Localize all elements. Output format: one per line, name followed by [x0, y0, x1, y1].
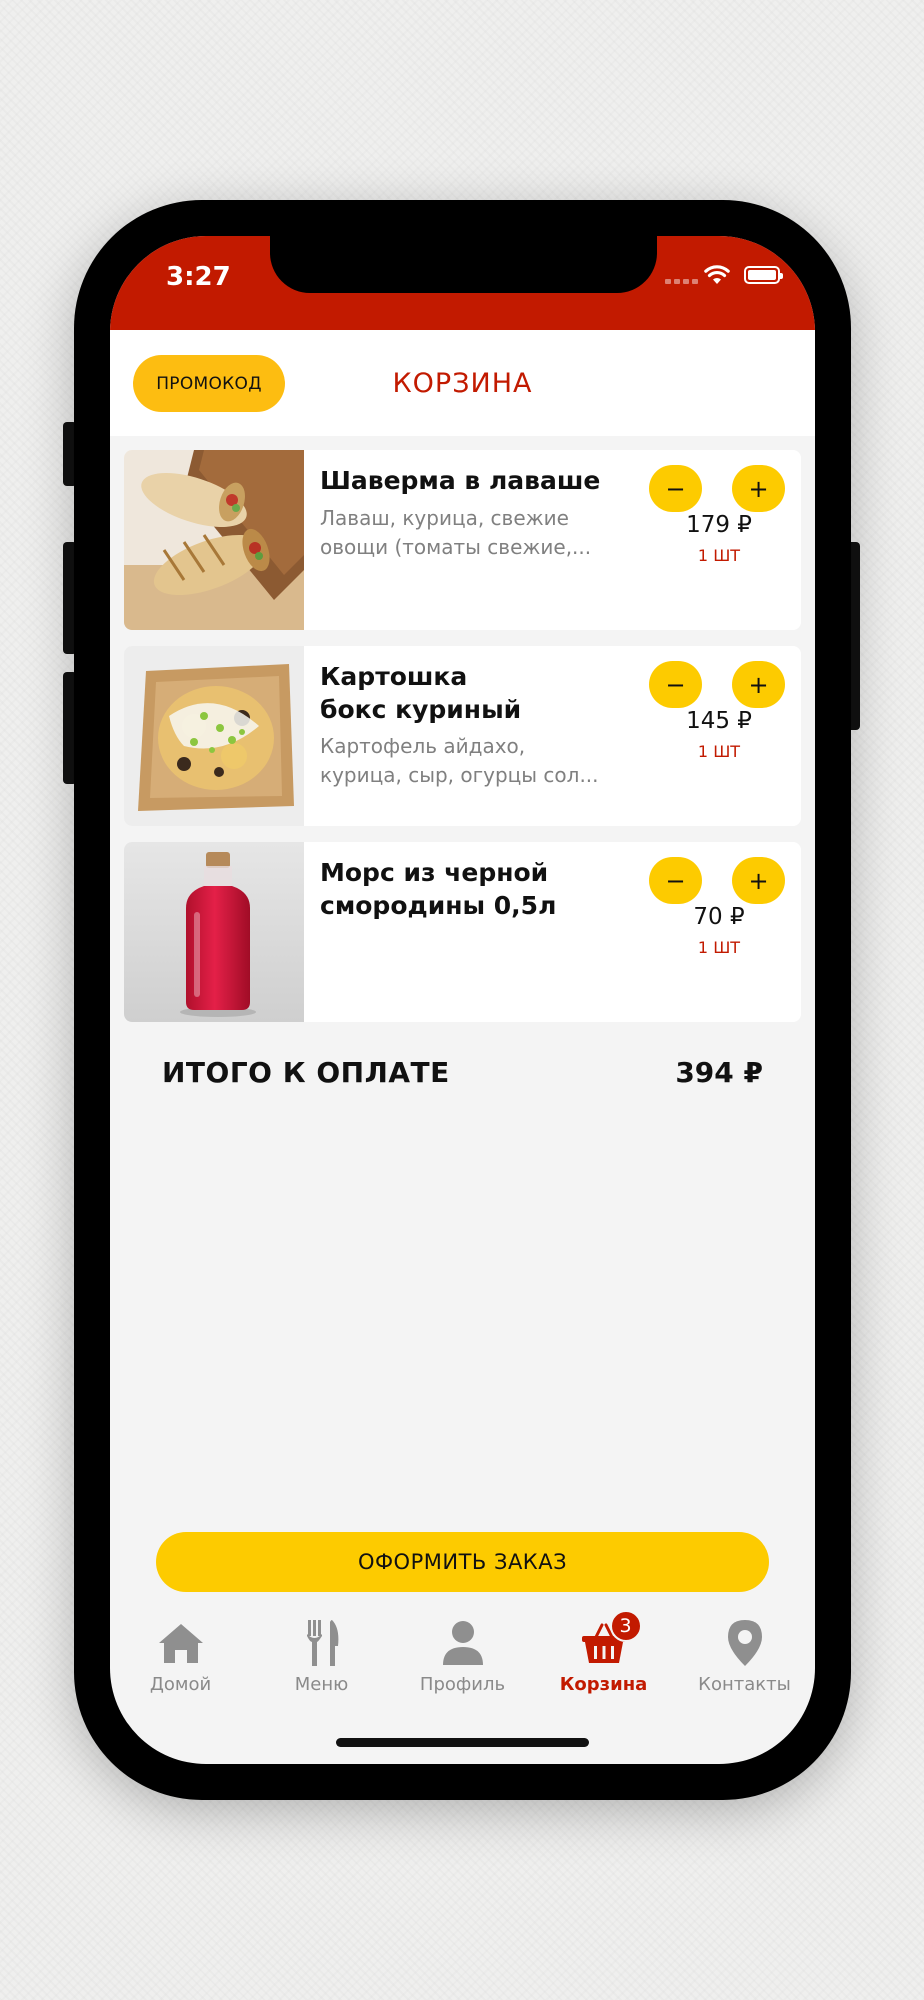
item-description: Картофель айдахо, курица, сыр, огурцы со… — [320, 734, 599, 787]
item-price: 179 ₽ — [686, 512, 752, 538]
item-name: Морс из черной смородины 0,5л — [320, 858, 557, 920]
battery-icon — [744, 266, 783, 284]
cart-item: Морс из черной смородины 0,5л − + 70 ₽ 1… — [124, 842, 801, 1022]
decrease-quantity-button[interactable]: − — [649, 857, 702, 904]
item-quantity: 1 ШТ — [697, 938, 741, 957]
total-label: ИТОГО К ОПЛАТЕ — [162, 1056, 450, 1089]
item-description: Лаваш, курица, свежие овощи (томаты свеж… — [320, 506, 592, 559]
tab-profile[interactable]: Профиль — [392, 1614, 533, 1714]
status-bar: 3:27 — [110, 236, 815, 330]
tab-label: Корзина — [559, 1674, 648, 1695]
promo-code-button[interactable]: ПРОМОКОД — [133, 355, 285, 412]
home-indicator — [336, 1738, 589, 1747]
decrease-quantity-button[interactable]: − — [649, 661, 702, 708]
tab-label: Домой — [149, 1674, 212, 1695]
location-pin-icon — [727, 1620, 762, 1666]
total-amount: 394 ₽ — [675, 1056, 763, 1089]
cellular-signal-icon — [665, 279, 698, 284]
tab-home[interactable]: Домой — [110, 1614, 251, 1714]
tab-cart[interactable]: 3 Корзина — [533, 1610, 674, 1714]
item-name: Картошка бокс куриный — [320, 662, 522, 724]
status-time: 3:27 — [166, 262, 231, 292]
header: КОРЗИНА ПРОМОКОД — [110, 330, 815, 436]
tab-menu[interactable]: Меню — [251, 1614, 392, 1714]
home-icon — [158, 1624, 203, 1663]
cart-count-badge: 3 — [609, 1610, 642, 1642]
item-price: 145 ₽ — [686, 708, 752, 734]
checkout-button[interactable]: ОФОРМИТЬ ЗАКАЗ — [156, 1532, 769, 1592]
increase-quantity-button[interactable]: + — [732, 661, 785, 708]
increase-quantity-button[interactable]: + — [732, 465, 785, 512]
notch — [270, 236, 657, 293]
product-image-mors-bottle — [124, 842, 304, 1022]
item-name: Шаверма в лаваше — [320, 466, 601, 495]
screen: 3:27 КОРЗИНА ПРОМОКОД Шаверма в лаваше Л… — [110, 236, 815, 1764]
item-quantity: 1 ШТ — [697, 546, 741, 565]
cart-item: Шаверма в лаваше Лаваш, курица, свежие о… — [124, 450, 801, 630]
phone-frame: 3:27 КОРЗИНА ПРОМОКОД Шаверма в лаваше Л… — [74, 200, 851, 1800]
tab-label: Меню — [294, 1674, 349, 1695]
cart-item: Картошка бокс куриный Картофель айдахо, … — [124, 646, 801, 826]
increase-quantity-button[interactable]: + — [732, 857, 785, 904]
item-quantity: 1 ШТ — [697, 742, 741, 761]
fork-knife-icon — [306, 1620, 338, 1666]
product-image-shawarma — [124, 450, 304, 630]
decrease-quantity-button[interactable]: − — [649, 465, 702, 512]
tab-label: Контакты — [698, 1674, 791, 1695]
user-icon — [442, 1621, 483, 1665]
tab-bar: Домой Меню Профиль 3 Корзина Контакты — [110, 1610, 815, 1714]
item-price: 70 ₽ — [693, 904, 745, 930]
tab-contacts[interactable]: Контакты — [674, 1614, 815, 1714]
tab-label: Профиль — [419, 1674, 506, 1695]
wifi-icon — [704, 265, 730, 284]
product-image-potato-box — [124, 646, 304, 826]
